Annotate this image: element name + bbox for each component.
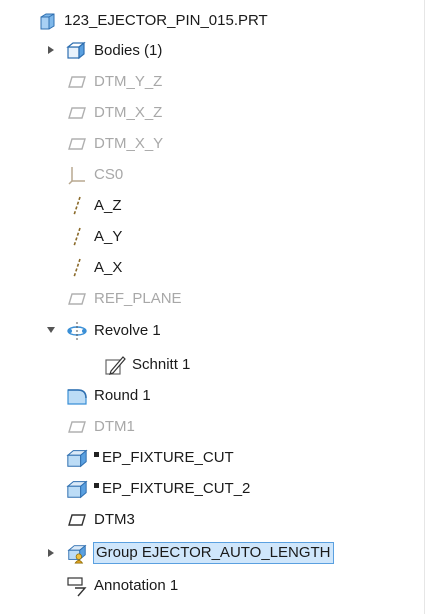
round-icon — [66, 385, 88, 407]
tree-item-a-x[interactable]: A_X — [66, 255, 122, 281]
tree-item-label: EP_FIXTURE_CUT — [102, 449, 234, 466]
datum-axis-icon — [66, 195, 88, 217]
datum-plane-icon — [66, 71, 88, 93]
chevron-right-icon — [48, 549, 54, 557]
model-tree: 123_EJECTOR_PIN_015.PRT Bodies (1) DTM_Y… — [0, 0, 446, 614]
panel-divider — [424, 0, 425, 614]
group-icon — [66, 542, 88, 564]
tree-item-schnitt-1[interactable]: Schnitt 1 — [104, 352, 190, 378]
tree-item-a-z[interactable]: A_Z — [66, 193, 122, 219]
tree-item-dtm-y-z[interactable]: DTM_Y_Z — [66, 69, 162, 95]
tree-item-label: REF_PLANE — [94, 290, 182, 307]
tree-root-item[interactable]: 123_EJECTOR_PIN_015.PRT — [36, 8, 268, 34]
tree-item-label: Annotation 1 — [94, 577, 179, 594]
tree-item-label: Round 1 — [94, 387, 151, 404]
tree-item-dtm-x-z[interactable]: DTM_X_Z — [66, 100, 162, 126]
tree-item-label: A_Z — [94, 197, 122, 214]
status-marker — [94, 482, 99, 488]
expand-toggle-revolve[interactable] — [44, 323, 58, 337]
datum-axis-icon — [66, 226, 88, 248]
expand-toggle-bodies[interactable] — [44, 43, 58, 57]
tree-item-label: CS0 — [94, 166, 124, 183]
tree-item-label: DTM_Y_Z — [94, 73, 163, 90]
tree-item-label: EP_FIXTURE_CUT_2 — [102, 480, 251, 497]
tree-item-ep-fixture-cut-2[interactable]: EP_FIXTURE_CUT_2 — [66, 476, 250, 502]
datum-plane-icon — [66, 102, 88, 124]
extrude-cut-icon — [66, 447, 88, 469]
datum-plane-icon — [66, 288, 88, 310]
annotation-icon — [66, 575, 88, 597]
tree-root-label: 123_EJECTOR_PIN_015.PRT — [64, 12, 268, 29]
tree-item-dtm1[interactable]: DTM1 — [66, 414, 135, 440]
tree-item-dtm-x-y[interactable]: DTM_X_Y — [66, 131, 163, 157]
tree-item-label: A_Y — [94, 228, 123, 245]
status-marker — [94, 451, 99, 457]
tree-item-label: Group EJECTOR_AUTO_LENGTH — [93, 542, 334, 564]
tree-item-label: A_X — [94, 259, 123, 276]
tree-item-label: DTM1 — [94, 418, 135, 435]
tree-item-label: Revolve 1 — [94, 322, 161, 339]
tree-item-ep-fixture-cut[interactable]: EP_FIXTURE_CUT — [66, 445, 234, 471]
extrude-cut-icon — [66, 478, 88, 500]
expand-toggle-group[interactable] — [44, 546, 58, 560]
tree-item-revolve-1[interactable]: Revolve 1 — [66, 318, 161, 344]
part-icon — [36, 10, 58, 32]
datum-plane-icon — [66, 416, 88, 438]
chevron-down-icon — [47, 327, 55, 333]
tree-item-group-ejector-auto-length[interactable]: Group EJECTOR_AUTO_LENGTH — [66, 540, 334, 566]
datum-plane-icon — [66, 509, 88, 531]
datum-axis-icon — [66, 257, 88, 279]
coordinate-system-icon — [66, 164, 88, 186]
tree-item-annotation-1[interactable]: Annotation 1 — [66, 573, 178, 599]
chevron-right-icon — [48, 46, 54, 54]
tree-item-dtm3[interactable]: DTM3 — [66, 507, 135, 533]
sketch-icon — [104, 354, 126, 376]
tree-item-a-y[interactable]: A_Y — [66, 224, 122, 250]
bodies-icon — [66, 40, 88, 62]
tree-item-cs0[interactable]: CS0 — [66, 162, 123, 188]
datum-plane-icon — [66, 133, 88, 155]
tree-item-label: DTM_X_Z — [94, 104, 163, 121]
revolve-icon — [66, 320, 88, 342]
tree-item-label: Schnitt 1 — [132, 356, 191, 373]
tree-item-ref-plane[interactable]: REF_PLANE — [66, 286, 182, 312]
tree-item-label: Bodies (1) — [94, 42, 163, 59]
tree-item-bodies[interactable]: Bodies (1) — [66, 38, 162, 64]
tree-item-label: DTM3 — [94, 511, 135, 528]
tree-item-label: DTM_X_Y — [94, 135, 164, 152]
tree-item-round-1[interactable]: Round 1 — [66, 383, 151, 409]
